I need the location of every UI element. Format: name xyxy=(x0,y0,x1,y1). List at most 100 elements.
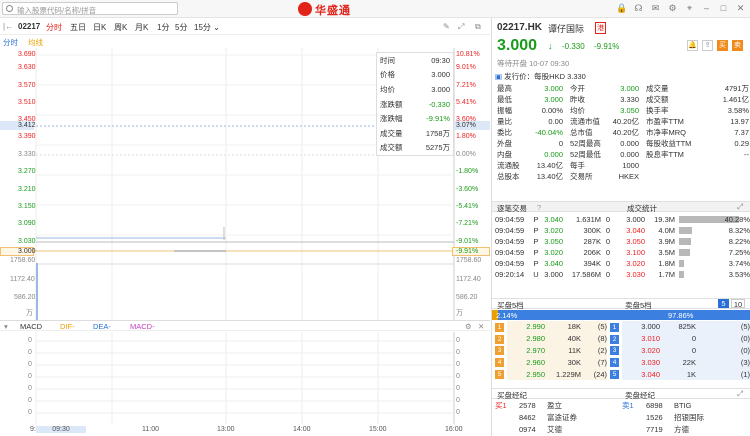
market-status: 等待开盘 10-07 09:30 xyxy=(497,59,570,68)
tab-1min[interactable]: 1分 xyxy=(157,22,169,33)
issue-price: 发行价：每股HKD 3.330 xyxy=(504,72,586,81)
ticks-header: 逐笔交易 ? 成交统计 ⤢ xyxy=(492,201,750,214)
tab-timeshare[interactable]: 分时 xyxy=(46,22,62,33)
macd-dif: DIF- xyxy=(60,322,75,331)
lock-icon[interactable]: 🔒 xyxy=(616,3,627,14)
pct-tick: 0.00% xyxy=(456,151,476,158)
draw-icon[interactable]: ✎ xyxy=(443,22,450,31)
logo-text: 华盛通 xyxy=(315,5,351,17)
minimize-icon[interactable]: – xyxy=(701,3,712,14)
tick-row: 09:20:14 U 3.000 17.586M 0 3.030 1.7M 3.53% xyxy=(495,270,750,279)
book-row: 3 2.970 11K (2) 3 3.020 0 (0) xyxy=(495,344,750,357)
macd-tick-right: 0 xyxy=(456,349,460,356)
quote-row: 最高 3.000 今开 3.000 成交量 4791万 xyxy=(497,84,749,93)
market-badge: 港 xyxy=(595,22,606,34)
y-tick: 3.390 xyxy=(18,133,36,140)
time-tick: 11:00 xyxy=(142,426,159,433)
alert-icon[interactable]: 🔔 xyxy=(687,40,698,51)
support-icon[interactable]: ☊ xyxy=(633,3,644,14)
settings-icon[interactable]: ⚙ xyxy=(465,322,472,331)
vol-tick-right: 1758.60 xyxy=(456,257,482,264)
macd-tick: 0 xyxy=(28,349,32,356)
settings-icon[interactable]: ⚙ xyxy=(667,3,678,14)
depth-10-button[interactable]: 10 xyxy=(731,299,745,309)
last-price: 3.000 xyxy=(497,37,538,54)
vol-unit-right: 万 xyxy=(456,310,463,317)
app-logo: 华盛通 xyxy=(298,1,378,17)
price-change-pct: -9.91% xyxy=(594,42,620,51)
brokers-table: 买1 2578 盈立 卖1 6898 BTIG 8462 富途证券 1526 招银国际 0974 艾德… xyxy=(495,400,750,435)
macd-label[interactable]: MACD xyxy=(20,322,42,331)
y-tick: 3.270 xyxy=(18,168,36,175)
quote-table: 最高 3.000 今开 3.000 成交量 4791万 最低 3.000 昨收 3.330 成交额… xyxy=(496,83,750,182)
macd-tick: 0 xyxy=(28,397,32,404)
macd-tick: 0 xyxy=(28,409,32,416)
macd-tick-right: 0 xyxy=(456,373,460,380)
dropdown-icon[interactable]: ▾ xyxy=(4,322,8,331)
stat-bar xyxy=(679,260,685,267)
quote-row: 总股本 13.40亿 交易所 HKEX xyxy=(497,172,639,181)
info-icon: ▣ xyxy=(495,72,505,81)
tab-trade-stats[interactable]: 成交统计 xyxy=(627,203,657,214)
macd-tick: 0 xyxy=(28,361,32,368)
logo-mark-icon xyxy=(298,2,312,16)
info-row: 价格 3.000 xyxy=(380,70,450,80)
vol-unit: 万 xyxy=(26,310,33,317)
quote-row: 振幅 0.00% 均价 3.050 换手率 3.58% xyxy=(497,106,749,115)
pct-tick: 10.81% xyxy=(456,51,480,58)
y-tick: 3.570 xyxy=(18,82,36,89)
tab-15min[interactable]: 15分 ⌄ xyxy=(194,22,220,33)
legend-price: 分时 xyxy=(3,37,18,47)
pct-tick-cursor: 3.07% xyxy=(456,122,476,129)
book-row: 5 2.950 1.229M (24) 5 3.040 1K (1) xyxy=(495,368,750,380)
expand-icon[interactable]: ⤢ xyxy=(458,22,464,32)
sell-icon[interactable]: 卖 xyxy=(732,40,743,51)
chart-legend: 分时 均线 xyxy=(0,37,43,47)
search-input[interactable]: 输入股票代码/名称/拼音 xyxy=(2,2,178,15)
tab-ticks[interactable]: 逐笔交易 xyxy=(497,203,527,214)
tab-week-k[interactable]: 周K xyxy=(114,22,127,33)
pct-tick: -1.80% xyxy=(456,168,479,175)
book-header: 买盘5档 卖盘5档 5 10 xyxy=(492,298,750,310)
macd-tick: 0 xyxy=(28,373,32,380)
vol-tick: 1172.40 xyxy=(10,276,35,283)
window-icon[interactable]: ⧉ xyxy=(475,22,481,32)
expand-icon[interactable]: ⤢ xyxy=(737,389,743,399)
tab-five-day[interactable]: 五日 xyxy=(70,22,86,33)
y-tick: 3.510 xyxy=(18,99,36,106)
macd-value: MACD- xyxy=(130,322,155,331)
y-tick: 3.090 xyxy=(18,220,36,227)
expand-icon[interactable]: ⤢ xyxy=(737,202,743,212)
y-tick: 3.690 xyxy=(18,51,36,58)
quote-row: 量比 0.00 流通市值 40.20亿 市盈率TTM 13.97 xyxy=(497,117,749,126)
sell-ratio: 97.86% xyxy=(668,311,694,320)
macd-tick-right: 0 xyxy=(456,361,460,368)
tab-5min[interactable]: 5分 xyxy=(175,22,187,33)
stat-bar xyxy=(679,227,692,234)
collapse-icon[interactable]: |← xyxy=(3,22,13,31)
maximize-icon[interactable]: □ xyxy=(718,3,729,14)
time-tick: 9: xyxy=(30,426,36,433)
tick-row: 09:04:59 P 3.020 206K 0 3.100 3.5M 7.25% xyxy=(495,248,750,257)
buy-icon[interactable]: 买 xyxy=(717,40,728,51)
tick-row: 09:04:59 P 3.040 394K 0 3.020 1.8M 3.74% xyxy=(495,259,750,268)
macd-tick-right: 0 xyxy=(456,337,460,344)
y-tick-cursor: 3.412 xyxy=(18,122,36,129)
info-row: 均价 3.000 xyxy=(380,84,450,94)
pin-icon[interactable]: ⌖ xyxy=(684,3,695,14)
time-tick: 14:00 xyxy=(293,426,311,433)
depth-5-button[interactable]: 5 xyxy=(718,299,729,308)
close-icon[interactable]: ✕ xyxy=(735,3,746,14)
book-row: 4 2.960 30K (7) 4 3.030 22K (3) xyxy=(495,356,750,369)
y-tick: 3.210 xyxy=(18,186,36,193)
tab-month-k[interactable]: 月K xyxy=(135,22,148,33)
search-placeholder: 输入股票代码/名称/拼音 xyxy=(17,6,97,15)
time-tick: 16:00 xyxy=(445,426,463,433)
tab-day-k[interactable]: 日K xyxy=(93,22,106,33)
help-icon[interactable]: ? xyxy=(537,203,541,212)
close-icon[interactable]: ✕ xyxy=(478,322,484,331)
message-icon[interactable]: ✉ xyxy=(650,3,661,14)
quote-panel: 02217.HK 谭仔国际 港 3.000 ↓ -0.330 -9.91% 🔔 … xyxy=(491,18,750,436)
share-icon[interactable]: ⇪ xyxy=(702,40,713,51)
window-controls: 🔒 ☊ ✉ ⚙ ⌖ – □ ✕ xyxy=(610,3,746,14)
